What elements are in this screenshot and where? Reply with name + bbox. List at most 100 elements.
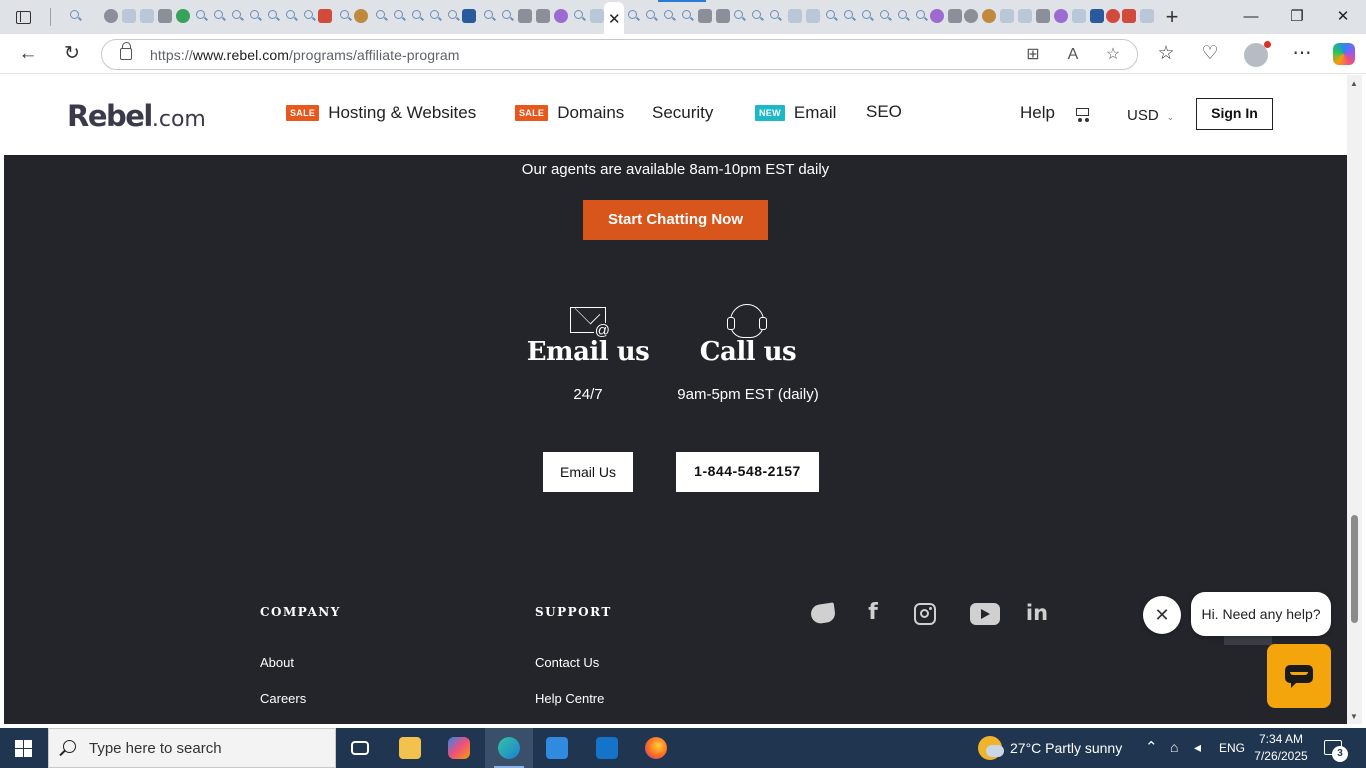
nav-hosting[interactable]: SALE Hosting & Websites [286, 103, 476, 123]
tab-favicon[interactable] [1000, 9, 1014, 23]
twitter-icon[interactable] [808, 601, 838, 625]
tab-search-icon[interactable] [880, 10, 889, 19]
tab-search-icon[interactable] [770, 10, 779, 19]
copilot-app-icon[interactable] [435, 728, 483, 768]
tab-search-icon[interactable] [430, 10, 439, 19]
network-icon[interactable]: ⌂ [1170, 739, 1178, 755]
copilot-icon[interactable] [1333, 43, 1355, 65]
read-aloud-icon[interactable]: A [1060, 43, 1086, 67]
tab-search-icon[interactable] [628, 10, 637, 19]
tab-search-icon[interactable] [898, 10, 907, 19]
tab-favicon[interactable] [1106, 9, 1120, 23]
tab-favicon[interactable] [982, 9, 996, 23]
language-indicator[interactable]: ENG [1219, 741, 1245, 755]
tab-favicon[interactable] [554, 9, 568, 23]
tab-search-icon[interactable] [734, 10, 743, 19]
tab-search-icon[interactable] [412, 10, 421, 19]
tab-search-icon[interactable] [286, 10, 295, 19]
tab-favicon[interactable] [1036, 9, 1050, 23]
profile-avatar[interactable] [1244, 41, 1271, 67]
tab-search-icon[interactable] [448, 10, 457, 19]
tab-favicon[interactable] [1122, 9, 1136, 23]
tab-favicon[interactable] [518, 9, 532, 23]
email-us-button[interactable]: Email Us [543, 452, 633, 492]
store-icon[interactable] [533, 728, 581, 768]
facebook-icon[interactable]: f [858, 601, 888, 625]
close-window-icon[interactable]: ✕ [1320, 0, 1366, 34]
tab-search-icon[interactable] [214, 10, 223, 19]
weather-text[interactable]: 27°C Partly sunny [1010, 740, 1122, 756]
task-view-icon[interactable] [336, 728, 384, 768]
browser-essentials-icon[interactable]: ♡ [1195, 40, 1225, 68]
tab-favicon[interactable] [176, 9, 190, 23]
page-scrollbar[interactable]: ▲ ▼ [1347, 75, 1362, 724]
weather-icon[interactable] [978, 736, 1004, 760]
tab-favicon[interactable] [698, 9, 712, 23]
tab-favicon[interactable] [1090, 9, 1104, 23]
instagram-icon[interactable] [914, 603, 936, 625]
refresh-icon[interactable]: ↻ [57, 40, 87, 68]
tab-favicon[interactable] [462, 9, 476, 23]
tab-search-icon[interactable] [376, 10, 385, 19]
tab-favicon[interactable] [930, 9, 944, 23]
tab-favicon[interactable] [1054, 9, 1068, 23]
tab-favicon[interactable] [788, 9, 802, 23]
currency-select[interactable]: USD ⌄ [1127, 107, 1174, 124]
edge-icon[interactable] [485, 728, 533, 768]
tab-favicon[interactable] [590, 9, 604, 23]
chat-greeting-bubble[interactable]: Hi. Need any help? [1191, 592, 1331, 636]
tab-favicon[interactable] [716, 9, 730, 23]
tab-search-icon[interactable] [304, 10, 313, 19]
clock[interactable]: 7:34 AM 7/26/2025 [1250, 731, 1312, 765]
chat-launcher-button[interactable] [1267, 644, 1331, 708]
nav-help[interactable]: Help [1020, 103, 1055, 123]
footer-link-contact-us[interactable]: Contact Us [535, 655, 599, 670]
outlook-icon[interactable] [583, 728, 631, 768]
nav-security[interactable]: Security [652, 103, 713, 123]
sign-in-button[interactable]: Sign In [1196, 98, 1273, 130]
tab-favicon[interactable] [964, 9, 978, 23]
tab-search-icon[interactable] [394, 10, 403, 19]
active-tab[interactable]: ✕ [604, 2, 624, 34]
tab-favicon[interactable] [140, 9, 154, 23]
app-available-icon[interactable]: ⊞ [1020, 43, 1046, 67]
close-tab-icon[interactable]: ✕ [608, 10, 621, 28]
tab-favicon[interactable] [1018, 9, 1032, 23]
chat-close-button[interactable]: ✕ [1143, 596, 1181, 634]
tab-search-icon[interactable] [752, 10, 761, 19]
favorites-icon[interactable]: ☆ [1151, 40, 1181, 68]
tab-favicon[interactable] [354, 9, 368, 23]
back-icon[interactable]: ← [13, 40, 43, 68]
chevron-up-icon[interactable]: ⌃ [1145, 738, 1158, 756]
nav-seo[interactable]: SEO [866, 102, 902, 122]
tab-search-icon[interactable] [646, 10, 655, 19]
lock-icon[interactable] [120, 42, 132, 60]
scroll-thumb[interactable] [1351, 515, 1358, 623]
rebel-logo[interactable]: Rebel.com [67, 99, 206, 133]
tab-actions-icon[interactable] [8, 5, 38, 29]
new-tab-button[interactable]: + [1160, 4, 1184, 30]
settings-menu-icon[interactable]: ⋯ [1287, 40, 1317, 68]
tab-search-icon[interactable] [916, 10, 925, 19]
tab-favicon[interactable] [318, 9, 332, 23]
tab-search-icon[interactable] [682, 10, 691, 19]
favorite-star-icon[interactable]: ☆ [1100, 43, 1126, 67]
taskbar-search[interactable]: Type here to search [48, 728, 336, 768]
tab-favicon[interactable] [806, 9, 820, 23]
tab-search-icon[interactable] [70, 10, 79, 19]
footer-link-help-centre[interactable]: Help Centre [535, 691, 604, 706]
tab-favicon[interactable] [536, 9, 550, 23]
windows-start-icon[interactable] [15, 740, 32, 757]
tab-search-icon[interactable] [826, 10, 835, 19]
tab-favicon[interactable] [1140, 9, 1154, 23]
url-text[interactable]: https://www.rebel.com/programs/affiliate… [150, 47, 460, 63]
linkedin-icon[interactable]: in [1022, 601, 1052, 625]
tab-favicon[interactable] [122, 9, 136, 23]
tab-search-icon[interactable] [664, 10, 673, 19]
footer-link-about[interactable]: About [260, 655, 294, 670]
minimize-icon[interactable]: — [1228, 0, 1274, 34]
tab-favicon[interactable] [1072, 9, 1086, 23]
tab-search-icon[interactable] [484, 10, 493, 19]
tab-search-icon[interactable] [340, 10, 349, 19]
tab-favicon[interactable] [158, 9, 172, 23]
